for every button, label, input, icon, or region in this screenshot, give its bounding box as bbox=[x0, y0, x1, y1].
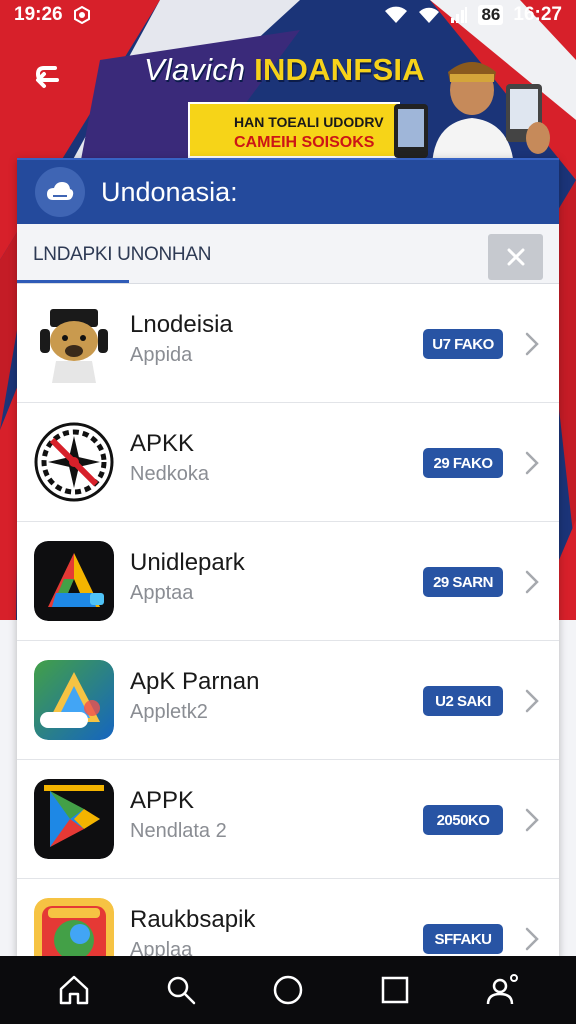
app-subtitle: Nedkoka bbox=[130, 463, 209, 485]
banner-title-part1: Vlavich bbox=[144, 52, 255, 87]
app-badge[interactable]: U7 FAKO bbox=[423, 329, 503, 359]
list-item[interactable]: APPK Nendlata 2 2050KO bbox=[17, 760, 559, 879]
signal-icon bbox=[450, 6, 468, 24]
app-name: Unidlepark bbox=[130, 549, 245, 576]
app-badge[interactable]: SFFAKU bbox=[423, 924, 503, 954]
app-badge[interactable]: 29 SARN bbox=[423, 567, 503, 597]
app-list: Lnodeisia Appida U7 FAKO APKK Nedkoka 29… bbox=[17, 284, 559, 958]
promo-line-2: CAMEIH SOISOKS bbox=[234, 134, 375, 151]
tab-underline bbox=[17, 280, 129, 283]
square-icon bbox=[381, 976, 409, 1004]
card-title: Undonasia: bbox=[101, 176, 238, 207]
home-button[interactable] bbox=[44, 960, 104, 1020]
app-subtitle: Appida bbox=[130, 344, 193, 366]
compass-icon bbox=[34, 422, 114, 502]
list-item[interactable]: Lnodeisia Appida U7 FAKO bbox=[17, 284, 559, 403]
search-button[interactable] bbox=[151, 960, 211, 1020]
app-name: APPK bbox=[130, 787, 195, 814]
notification-icon bbox=[73, 6, 91, 24]
profile-button[interactable] bbox=[472, 960, 532, 1020]
back-button[interactable] bbox=[24, 52, 72, 100]
app-name: APKK bbox=[130, 430, 195, 457]
battery-label: 86 bbox=[481, 5, 501, 24]
app-subtitle: Apptaa bbox=[130, 582, 194, 604]
wifi-alt-icon bbox=[418, 6, 440, 24]
circle-home-button[interactable] bbox=[258, 960, 318, 1020]
search-icon bbox=[167, 976, 196, 1005]
recents-button[interactable] bbox=[365, 960, 425, 1020]
list-item[interactable]: Unidlepark Apptaa 29 SARN bbox=[17, 522, 559, 641]
play-logo-icon bbox=[34, 779, 114, 859]
app-name: ApK Parnan bbox=[130, 668, 260, 695]
close-button[interactable] bbox=[488, 234, 543, 280]
card-header: Undonasia: bbox=[17, 158, 559, 224]
user-icon bbox=[487, 974, 519, 1005]
chevron-right-icon bbox=[525, 332, 539, 356]
home-icon bbox=[59, 975, 88, 1005]
list-item[interactable]: APKK Nedkoka 29 FAKO bbox=[17, 403, 559, 522]
app-list-card: Undonasia: LNDAPKI UNONHAN Lnodeisia App… bbox=[17, 158, 559, 958]
close-icon bbox=[507, 248, 524, 266]
tab-row: LNDAPKI UNONHAN bbox=[17, 224, 559, 284]
promo-line-1: HAN TOEALI UDODRV bbox=[234, 114, 384, 130]
app-badge[interactable]: 29 FAKO bbox=[423, 448, 503, 478]
list-item[interactable]: ApK Parnan Appletk2 U2 SAKI bbox=[17, 641, 559, 760]
chevron-right-icon bbox=[525, 689, 539, 713]
battery-icon: 86 bbox=[478, 5, 504, 25]
cloud-app-icon bbox=[35, 167, 85, 217]
dog-headphones-icon bbox=[34, 303, 114, 383]
tab-active[interactable]: LNDAPKI UNONHAN bbox=[33, 244, 211, 266]
promo-box: HAN TOEALI UDODRV CAMEIH SOISOKS bbox=[188, 102, 400, 158]
banner-title: Vlavich INDANFSIA bbox=[144, 52, 425, 88]
app-subtitle: Nendlata 2 bbox=[130, 820, 227, 842]
presenter-illustration bbox=[394, 62, 550, 166]
wifi-icon bbox=[384, 6, 408, 24]
triangle-logo-icon bbox=[34, 541, 114, 621]
app-badge[interactable]: 2050KO bbox=[423, 805, 503, 835]
status-time-left: 19:26 bbox=[14, 4, 63, 25]
back-icon bbox=[35, 66, 59, 88]
list-item[interactable]: Raukbsapik Applaa SFFAKU bbox=[17, 879, 559, 958]
chevron-right-icon bbox=[525, 808, 539, 832]
app-name: Lnodeisia bbox=[130, 311, 233, 338]
bottom-navigation bbox=[0, 956, 576, 1024]
app-subtitle: Appletk2 bbox=[130, 701, 208, 723]
app-name: Raukbsapik bbox=[130, 906, 256, 933]
colorful-box-icon bbox=[34, 898, 114, 958]
chevron-right-icon bbox=[525, 451, 539, 475]
promo-banner: Vlavich INDANFSIA HAN TOEALI UDODRV CAME… bbox=[0, 30, 576, 166]
apoc-logo-icon bbox=[34, 660, 114, 740]
circle-icon bbox=[273, 975, 303, 1005]
chevron-right-icon bbox=[525, 570, 539, 594]
status-time-right: 16:27 bbox=[513, 4, 562, 25]
chevron-right-icon bbox=[525, 927, 539, 951]
app-badge[interactable]: U2 SAKI bbox=[423, 686, 503, 716]
status-bar: 19:26 86 16:27 bbox=[0, 0, 576, 30]
